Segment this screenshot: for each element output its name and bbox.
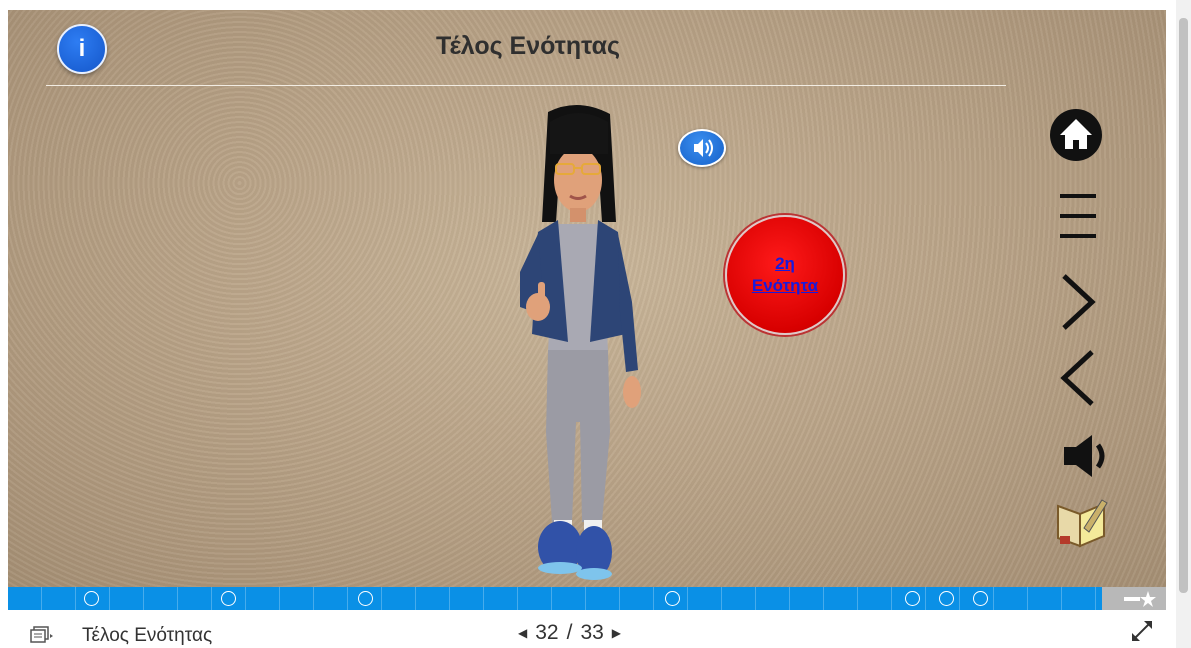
star-icon: [1124, 591, 1156, 607]
progress-marker[interactable]: [221, 591, 236, 606]
progress-marker[interactable]: [939, 591, 954, 606]
progress-marker[interactable]: [905, 591, 920, 606]
speaker-icon: [694, 139, 713, 157]
next-section-label-line2: Ενότητα: [751, 276, 819, 295]
slides-list-icon[interactable]: [30, 626, 54, 644]
current-slide-title: Τέλος Ενότητας: [82, 625, 213, 646]
page-current: 32: [535, 621, 559, 644]
fullscreen-icon[interactable]: [1130, 619, 1154, 643]
slide-pager: ◀ 32 / 33 ▶: [518, 621, 621, 645]
avatar-character: [520, 104, 641, 580]
progress-marker[interactable]: [358, 591, 373, 606]
page-total: 33: [580, 621, 604, 644]
progress-marker[interactable]: [665, 591, 680, 606]
player-footer: Τέλος Ενότητας ◀ 32 / 33 ▶: [0, 611, 1191, 648]
prev-slide-button[interactable]: ◀: [518, 626, 527, 640]
slide-progress-bar[interactable]: [8, 587, 1166, 610]
scrollbar-thumb[interactable]: [1179, 18, 1188, 593]
page-scrollbar[interactable]: [1176, 0, 1191, 648]
speaker-icon[interactable]: [1060, 433, 1116, 479]
slide-title: Τέλος Ενότητας: [436, 32, 620, 60]
progress-marker[interactable]: [84, 591, 99, 606]
progress-marker[interactable]: [973, 591, 988, 606]
page-separator: /: [566, 621, 573, 644]
progress-end-segment: [1102, 587, 1166, 610]
chevron-left-icon[interactable]: [1058, 348, 1098, 408]
home-icon[interactable]: [1048, 107, 1104, 163]
notebook-icon[interactable]: [1054, 496, 1110, 548]
progress-segments: [8, 587, 1102, 610]
slide-stage: i Τέλος Ενότητας 2η Ενότητα: [8, 10, 1166, 587]
title-divider: [46, 85, 1006, 86]
menu-icon[interactable]: [1058, 190, 1098, 242]
next-section-label-line1: 2η: [775, 254, 795, 273]
next-section-button[interactable]: 2η Ενότητα: [725, 215, 845, 335]
next-slide-button[interactable]: ▶: [612, 626, 621, 640]
chevron-right-icon[interactable]: [1058, 272, 1098, 332]
slide-audio-button[interactable]: [678, 129, 726, 167]
